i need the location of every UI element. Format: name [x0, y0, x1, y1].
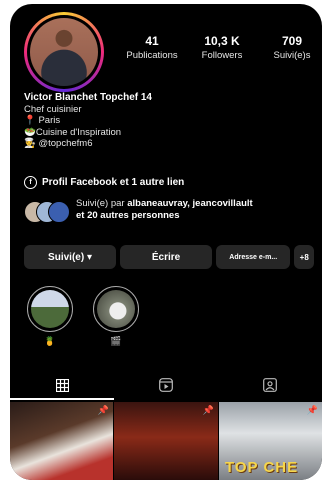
tagged-icon [263, 378, 277, 392]
email-button[interactable]: Adresse e-m... [216, 245, 291, 269]
followed-by[interactable]: Suivi(e) par albaneauvray, jeancovillaul… [24, 198, 253, 224]
avatar-story-ring[interactable] [24, 12, 104, 92]
grid-post[interactable]: 📌 [10, 402, 113, 480]
message-button[interactable]: Écrire [120, 245, 213, 269]
post-overlay-text: TOP CHE [225, 459, 299, 476]
grid-post[interactable]: 📌 TOP CHE [219, 402, 322, 480]
add-user-button[interactable]: +8 [294, 245, 314, 269]
avatar-frame [27, 15, 101, 89]
highlight-item[interactable]: 🎬 [90, 286, 142, 347]
bio-line-category: Chef cuisinier [24, 103, 82, 115]
profile-actions: Suivi(e) ▾ Écrire Adresse e-m... +8 [24, 244, 314, 270]
followed-by-text: Suivi(e) par albaneauvray, jeancovillaul… [76, 198, 253, 224]
avatar [30, 18, 98, 86]
external-link-text: Profil Facebook et 1 autre lien [42, 177, 185, 188]
highlight-item[interactable]: 🍍 [24, 286, 76, 347]
followed-by-prefix: Suivi(e) par [76, 198, 128, 209]
profile-stats: 41 Publications 10,3 K Followers 709 Sui… [122, 34, 322, 68]
followers-count: 10,3 K [204, 34, 240, 48]
follow-button[interactable]: Suivi(e) ▾ [24, 245, 117, 269]
stat-followers[interactable]: 10,3 K Followers [192, 34, 252, 61]
publications-label: Publications [126, 50, 178, 61]
bio: Victor Blanchet Topchef 14 Chef cuisinie… [24, 92, 152, 150]
follower-avatars [24, 198, 70, 224]
highlight-label: 🍍 [44, 336, 56, 346]
pin-icon: 📌 [306, 405, 318, 415]
pin-icon: 📌 [202, 405, 214, 415]
tab-posts[interactable] [10, 374, 114, 396]
bio-line-handle[interactable]: 👨‍🍳 @topchefm6 [24, 138, 152, 150]
reels-icon [159, 378, 173, 392]
bio-line-location: 📍 Paris [24, 115, 61, 126]
tab-reels[interactable] [114, 374, 218, 396]
highlight-cover [27, 286, 73, 332]
active-tab-indicator [10, 398, 114, 400]
stat-following[interactable]: 709 Suivi(e)s [262, 34, 322, 61]
profile-tabs [10, 374, 322, 396]
grid-post[interactable]: 📌 [114, 402, 218, 480]
story-highlights: 🍍 🎬 [24, 286, 224, 358]
following-count: 709 [281, 34, 303, 48]
highlight-label: 🎬 [110, 336, 122, 346]
external-link[interactable]: f Profil Facebook et 1 autre lien [24, 176, 184, 189]
facebook-icon: f [24, 176, 37, 189]
follower-avatar [48, 201, 70, 223]
profile-screen: 41 Publications 10,3 K Followers 709 Sui… [10, 4, 322, 480]
grid-icon [55, 378, 69, 392]
following-label: Suivi(e)s [273, 50, 311, 61]
highlight-cover [93, 286, 139, 332]
pin-icon: 📌 [97, 405, 109, 415]
bio-line-cuisine: 🥗Cuisine d'Inspiration [24, 126, 122, 138]
followers-label: Followers [201, 50, 243, 61]
profile-name: Victor Blanchet Topchef 14 [24, 92, 152, 103]
followed-by-names: albaneauvray, jeancovillault [127, 198, 253, 209]
posts-grid: 📌 📌 📌 TOP CHE [10, 402, 322, 480]
publications-count: 41 [145, 34, 159, 48]
tab-tagged[interactable] [218, 374, 322, 396]
followed-by-others: et 20 autres personnes [76, 210, 180, 221]
stat-publications[interactable]: 41 Publications [122, 34, 182, 61]
